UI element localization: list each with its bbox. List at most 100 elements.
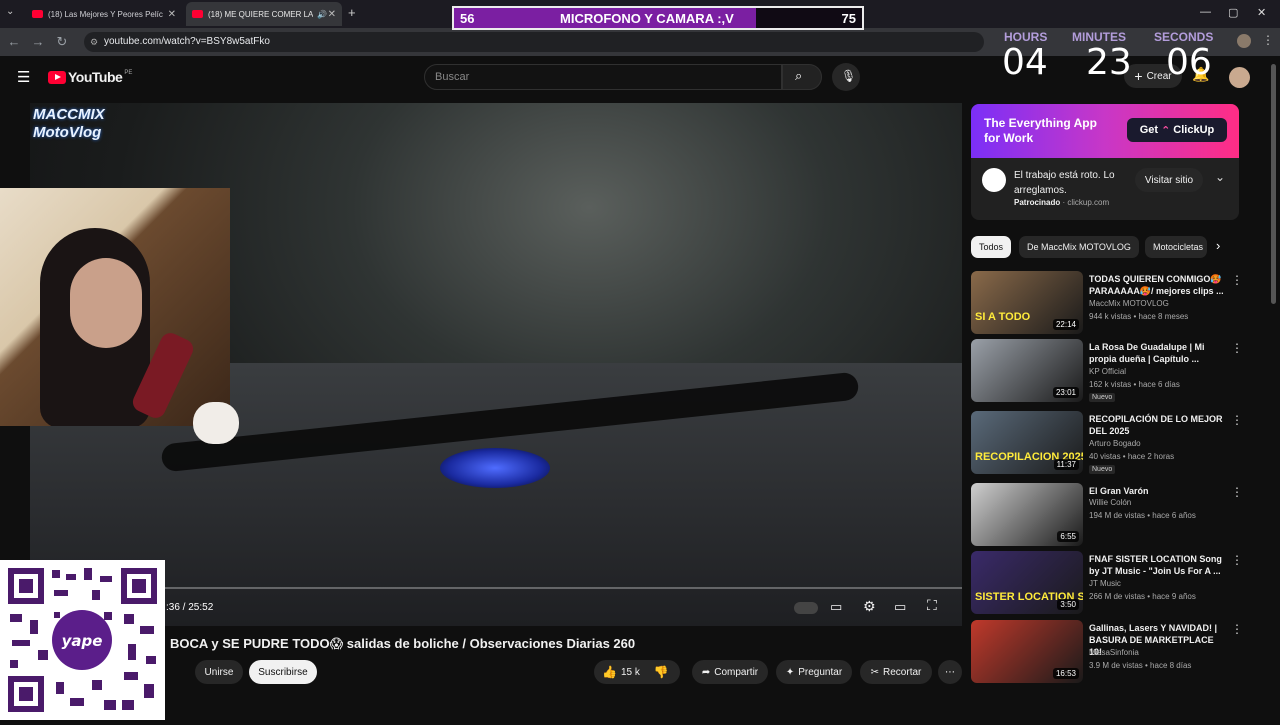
fullscreen-icon[interactable]: ⛶ [927,597,937,614]
new-tab-icon[interactable]: + [348,5,356,20]
video-title: BOCA y SE PUDRE TODO😱 salidas de boliche… [170,636,636,651]
ad-sponsor-line: Patrocinado · clickup.com [1014,198,1110,207]
recommendation-title[interactable]: TODAS QUIEREN CONMIGO🥵 PARAAAAA🥵/ mejore… [1089,273,1229,297]
ad-expand-chevron-icon[interactable]: ⌄ [1215,170,1225,184]
browser-menu-icon[interactable]: ⋮ [1262,33,1274,47]
close-tab-icon[interactable]: ✕ [328,9,336,20]
more-options-icon[interactable]: ⋮ [1231,413,1243,427]
theater-mode-icon[interactable]: ▭ [894,599,906,615]
more-options-icon[interactable]: ⋮ [1231,622,1243,636]
recommendation-item[interactable]: 16:53 Gallinas, Lasers Y NAVIDAD! | BASUR… [971,620,1243,684]
browser-tab-1[interactable]: (18) Las Mejores Y Peores Pelíc ✕ [26,2,182,26]
visit-site-button[interactable]: Visitar sitio [1135,168,1203,192]
scrollbar[interactable] [1271,64,1276,304]
search-button[interactable]: ⌕ [782,64,822,90]
minutes-value: 23 [1086,42,1132,83]
video-thumbnail[interactable]: SISTER LOCATION SONG3:50 [971,551,1083,614]
browser-tab-2[interactable]: (18) ME QUIERE COMER LA 🔊 ✕ [186,2,342,26]
close-tab-icon[interactable]: ✕ [168,9,176,20]
chips-next-chevron-icon[interactable]: › [1216,238,1220,253]
voice-search-button[interactable]: 🎙 [832,63,860,91]
view-meta: 266 M de vistas • hace 9 años [1089,592,1196,601]
subtitles-icon[interactable]: ▭ [830,599,842,615]
search-input[interactable]: Buscar [424,64,782,90]
minimize-icon[interactable]: — [1200,6,1211,18]
recommendation-title[interactable]: El Gran Varón [1089,485,1229,497]
account-avatar[interactable] [1229,67,1250,88]
recommendation-item[interactable]: SISTER LOCATION SONG3:50FNAF SISTER LOCA… [971,551,1243,615]
new-badge: Nuevo [1089,393,1116,402]
channel-name[interactable]: JT Music [1089,579,1121,588]
recommendation-item[interactable]: 23:01 La Rosa De Guadalupe | Mi propia du… [971,339,1243,403]
chip-all[interactable]: Todos [971,236,1012,258]
more-actions-icon[interactable]: ⋯ [938,660,962,684]
scissors-icon: ✂ [870,666,880,678]
video-thumbnail[interactable]: 16:53 [971,620,1083,683]
channel-name[interactable]: MissaSinfonia [1089,648,1139,657]
video-thumbnail[interactable]: 6:55 [971,483,1083,546]
clickup-logo-icon: ⌃ [1161,124,1171,137]
svg-text:yape: yape [62,632,103,650]
join-button[interactable]: Unirse [195,660,243,684]
video-thumbnail[interactable]: RECOPILACION 2025 11:37 [971,411,1083,474]
tab-title: (18) ME QUIERE COMER LA [208,9,314,19]
site-info-icon[interactable]: ⚙ [90,32,98,52]
chip-motorcycles[interactable]: Motocicletas [1145,236,1207,258]
ad-get-clickup-button[interactable]: Get ⌃ ClickUp [1127,118,1227,142]
ad-banner[interactable]: The Everything App for Work Get ⌃ ClickU… [971,104,1239,158]
channel-name[interactable]: Arturo Bogado [1089,439,1141,448]
stream-timer: HOURS MINUTES SECONDS 04 23 06 [994,28,1226,86]
clip-button[interactable]: ✂ Recortar [860,660,932,684]
sponsored-ad[interactable]: The Everything App for Work Get ⌃ ClickU… [971,104,1239,220]
view-meta: 162 k vistas • hace 6 días [1089,380,1180,389]
youtube-logo[interactable]: YouTube PE [48,69,132,85]
forward-icon[interactable]: → [30,34,46,49]
channel-name[interactable]: Willie Colón [1089,498,1131,507]
back-icon[interactable]: ← [6,34,22,49]
video-thumbnail[interactable]: 23:01 [971,339,1083,402]
more-options-icon[interactable]: ⋮ [1231,553,1243,567]
reload-icon[interactable]: ↻ [54,34,70,50]
recommendation-title[interactable]: FNAF SISTER LOCATION Song by JT Music - … [1089,553,1229,577]
dislike-icon[interactable]: 👎 [654,665,669,679]
search-icon: ⌕ [795,68,803,83]
address-bar[interactable]: ⚙ youtube.com/watch?v=BSY8w5atFko [84,32,984,52]
recommendation-item[interactable]: 6:55 El Gran Varón Willie Colón 194 M de vi… [971,483,1243,547]
thumbnail-caption: SI A TODO [975,311,1031,323]
duration-badge: 3:50 [1057,599,1079,610]
recommendation-title[interactable]: La Rosa De Guadalupe | Mi propia dueña |… [1089,341,1229,365]
tab-search-icon[interactable]: ⌄ [6,6,14,17]
like-count[interactable]: 15 k [621,667,640,678]
recommendation-title[interactable]: RECOPILACIÓN DE LO MEJOR DEL 2025 [1089,413,1229,437]
webcam-face [70,258,142,348]
settings-gear-icon[interactable]: ⚙ [863,598,876,615]
progress-bar[interactable] [30,587,962,589]
recommendation-item[interactable]: RECOPILACION 2025 11:37 RECOPILACIÓN DE LO… [971,411,1243,475]
video-thumbnail[interactable]: SI A TODO 22:14 [971,271,1083,334]
view-meta: 3.9 M de vistas • hace 8 días [1089,661,1192,670]
more-options-icon[interactable]: ⋮ [1231,341,1243,355]
ad-domain: clickup.com [1067,198,1110,207]
hamburger-menu-icon[interactable]: ☰ [17,68,30,86]
channel-name[interactable]: MaccMix MOTOVLOG [1089,299,1169,308]
close-window-icon[interactable]: ✕ [1257,6,1266,19]
new-badge: Nuevo [1089,465,1116,474]
more-options-icon[interactable]: ⋮ [1231,273,1243,287]
view-meta: 194 M de vistas • hace 6 años [1089,511,1196,520]
profile-avatar[interactable] [1237,34,1251,48]
like-icon[interactable]: 👍 [602,665,617,679]
more-options-icon[interactable]: ⋮ [1231,485,1243,499]
recommendation-item[interactable]: SI A TODO 22:14 TODAS QUIEREN CONMIGO🥵 PAR… [971,271,1243,335]
chip-channel[interactable]: De MaccMix MOTOVLOG [1019,236,1139,258]
autoplay-toggle[interactable] [794,602,818,614]
share-button[interactable]: ➦ Compartir [692,660,768,684]
seconds-value: 06 [1166,42,1212,83]
channel-name[interactable]: KP Official [1089,367,1126,376]
goal-title: MICROFONO Y CAMARA :,V [560,10,734,26]
ask-button[interactable]: ✦ Preguntar [776,660,852,684]
goal-current-value: 56 [460,10,475,26]
maximize-icon[interactable]: ▢ [1228,6,1238,19]
audio-playing-icon[interactable]: 🔊 [317,10,327,19]
view-meta: 40 vistas • hace 2 horas [1089,452,1175,461]
subscribe-button[interactable]: Suscribirse [249,660,317,684]
